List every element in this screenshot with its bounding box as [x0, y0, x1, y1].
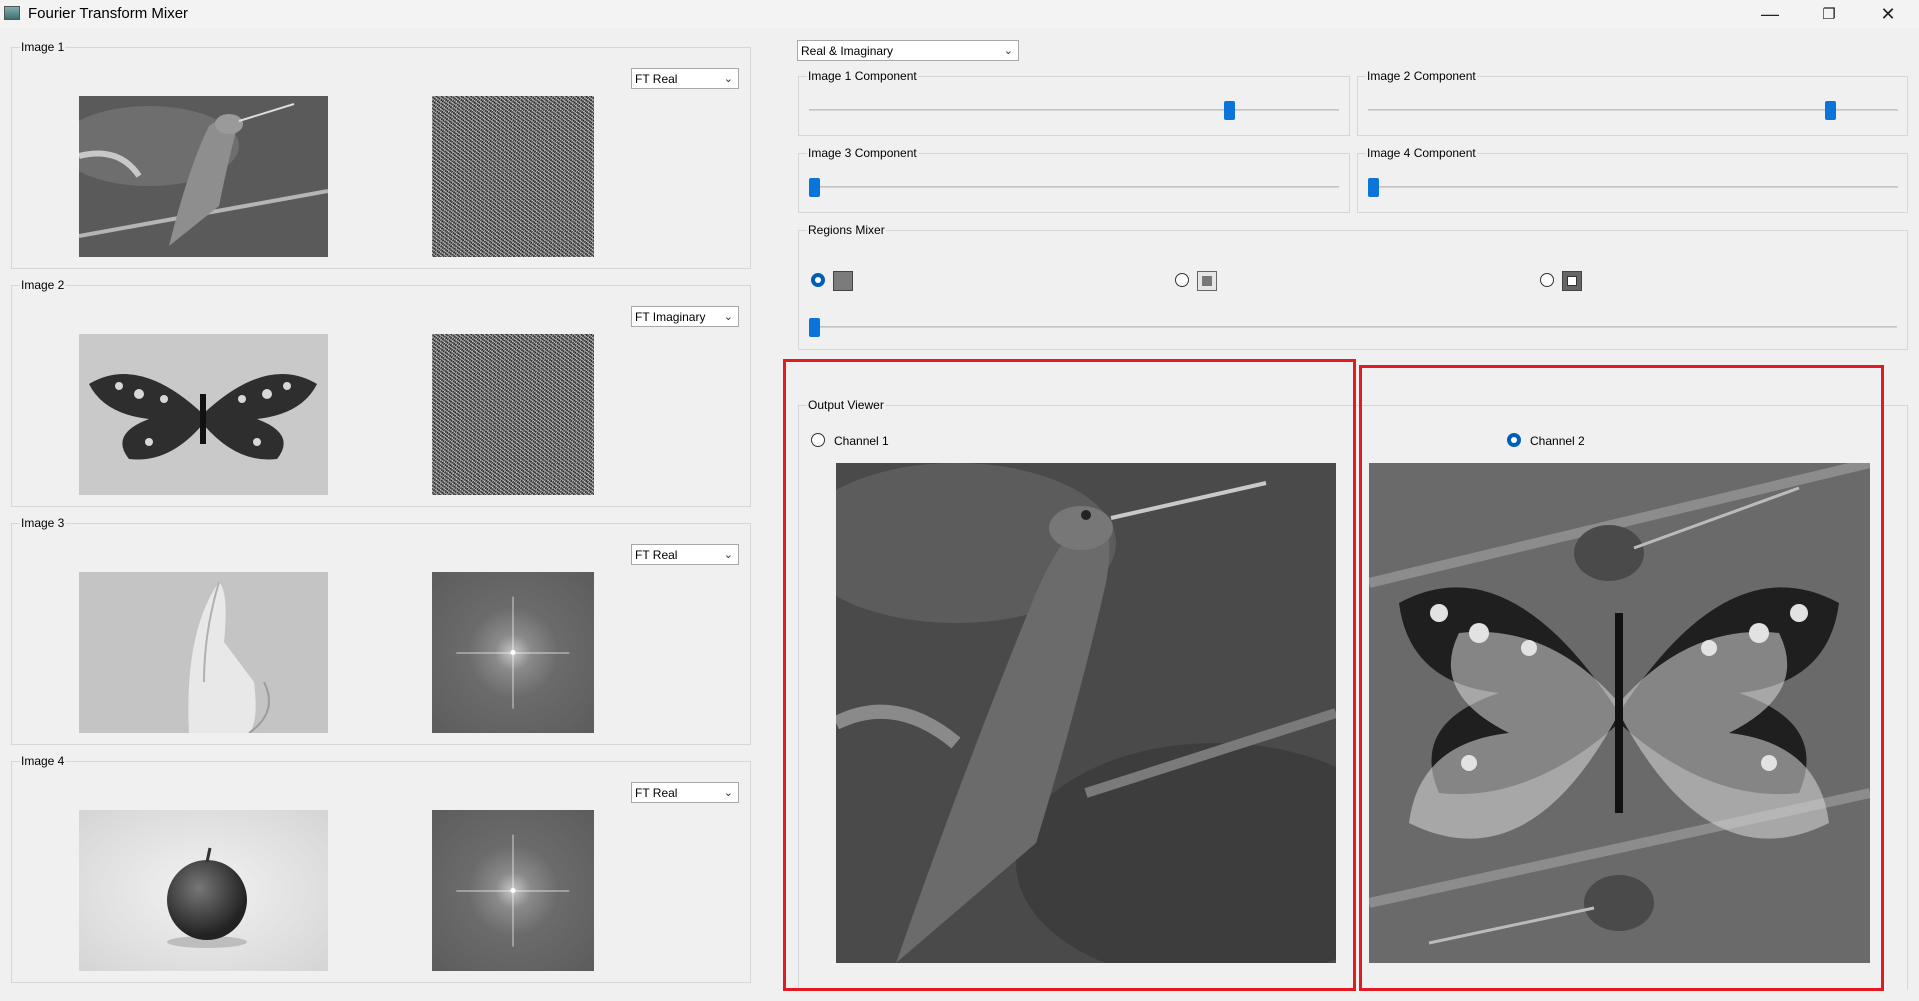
- region-outer-radio[interactable]: [1540, 273, 1554, 287]
- image-3-title: Image 3: [20, 516, 66, 530]
- image-4-ft-view[interactable]: [432, 810, 594, 971]
- app-icon: [4, 6, 20, 20]
- image-4-component-slider[interactable]: [1368, 178, 1379, 197]
- image-1-component-select[interactable]: FT Real ⌄: [631, 68, 739, 89]
- chevron-down-icon: ⌄: [723, 787, 733, 799]
- window-title: Fourier Transform Mixer: [28, 5, 189, 22]
- image-4-title: Image 4: [20, 754, 66, 768]
- full-square-icon: [833, 271, 853, 291]
- image-1-ft-view[interactable]: [432, 96, 594, 257]
- image-1-original[interactable]: [79, 96, 328, 257]
- image-4-original[interactable]: [79, 810, 328, 971]
- image-3-original[interactable]: [79, 572, 328, 733]
- image-4-group: Image 4 FT Real ⌄: [11, 755, 751, 983]
- outer-square-icon: [1562, 271, 1582, 291]
- channel-1-highlight: [783, 359, 1356, 991]
- image-2-component-value: FT Imaginary: [635, 309, 706, 324]
- image-3-group: Image 3 FT Real ⌄: [11, 517, 751, 745]
- image-3-component-group: Image 3 Component: [798, 147, 1350, 213]
- image-4-component-group: Image 4 Component: [1357, 147, 1908, 213]
- image-3-component-value: FT Real: [635, 547, 678, 562]
- mix-mode-select[interactable]: Real & Imaginary ⌄: [797, 40, 1019, 61]
- region-full-radio[interactable]: [811, 273, 825, 287]
- image-1-component-value: FT Real: [635, 71, 678, 86]
- region-size-slider[interactable]: [809, 318, 820, 337]
- image-3-component-title: Image 3 Component: [807, 146, 918, 160]
- image-3-component-select[interactable]: FT Real ⌄: [631, 544, 739, 565]
- regions-mixer-group: Regions Mixer: [798, 224, 1908, 350]
- image-2-component-track[interactable]: [1368, 109, 1898, 111]
- image-1-component-title: Image 1 Component: [807, 69, 918, 83]
- mix-mode-value: Real & Imaginary: [801, 43, 894, 58]
- image-3-component-slider[interactable]: [809, 178, 820, 197]
- restore-button[interactable]: ❐: [1806, 0, 1852, 28]
- channel-2-highlight: [1359, 365, 1884, 991]
- chevron-down-icon: ⌄: [723, 73, 733, 85]
- image-4-component-title: Image 4 Component: [1366, 146, 1477, 160]
- title-bar: Fourier Transform Mixer — ❐ ✕: [0, 0, 1919, 28]
- region-size-track[interactable]: [809, 326, 1897, 328]
- inner-square-icon: [1197, 271, 1217, 291]
- image-4-component-track[interactable]: [1368, 186, 1898, 188]
- image-2-original[interactable]: [79, 334, 328, 495]
- chevron-down-icon: ⌄: [723, 311, 733, 323]
- minimize-button[interactable]: —: [1747, 0, 1793, 28]
- image-3-ft-view[interactable]: [432, 572, 594, 733]
- region-inner-radio[interactable]: [1175, 273, 1189, 287]
- regions-mixer-title: Regions Mixer: [807, 223, 886, 237]
- image-1-title: Image 1: [20, 40, 66, 54]
- image-2-component-group: Image 2 Component: [1357, 70, 1908, 136]
- image-2-component-title: Image 2 Component: [1366, 69, 1477, 83]
- image-1-group: Image 1 FT Real ⌄: [11, 41, 751, 269]
- chevron-down-icon: ⌄: [1003, 45, 1013, 57]
- image-1-component-slider[interactable]: [1224, 101, 1236, 120]
- image-4-component-select[interactable]: FT Real ⌄: [631, 782, 739, 803]
- image-2-ft-view[interactable]: [432, 334, 594, 495]
- image-1-component-track[interactable]: [809, 109, 1339, 111]
- image-2-component-select[interactable]: FT Imaginary ⌄: [631, 306, 739, 327]
- chevron-down-icon: ⌄: [723, 549, 733, 561]
- image-1-component-group: Image 1 Component: [798, 70, 1350, 136]
- image-4-component-value: FT Real: [635, 785, 678, 800]
- image-3-component-track[interactable]: [809, 186, 1339, 188]
- image-2-title: Image 2: [20, 278, 66, 292]
- image-2-component-slider[interactable]: [1824, 101, 1836, 120]
- close-button[interactable]: ✕: [1865, 0, 1911, 28]
- image-2-group: Image 2 FT Imaginary ⌄: [11, 279, 751, 507]
